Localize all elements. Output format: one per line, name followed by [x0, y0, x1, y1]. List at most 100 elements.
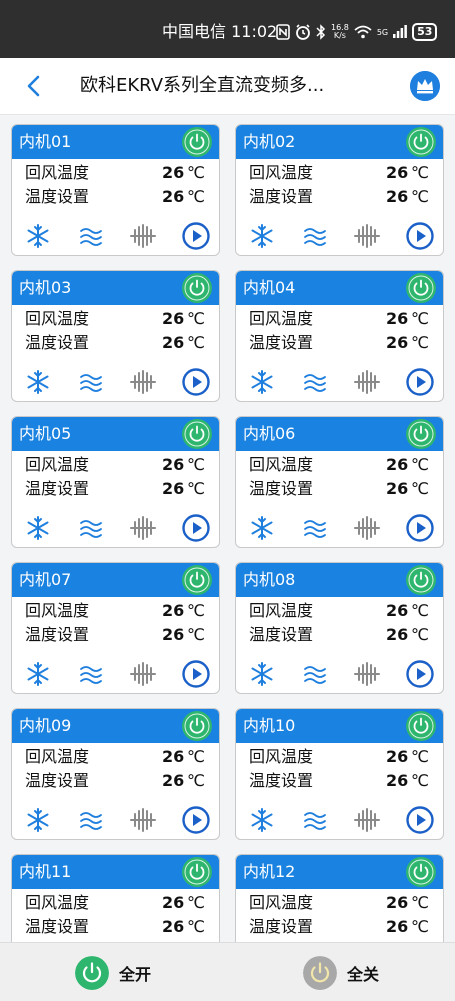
play-icon[interactable] [182, 514, 210, 544]
all-on-button[interactable]: 全开 [75, 955, 151, 991]
temp-unit: ℃ [411, 625, 429, 644]
fan-speed-icon[interactable] [129, 515, 157, 545]
unit-card[interactable]: 内机03 回风温度 26 ℃ 温度设置 26 ℃ [11, 270, 220, 402]
fan-speed-icon[interactable] [129, 223, 157, 253]
status-bar: 中国电信 11:02 16.8 K/s 5G 53 [0, 0, 455, 58]
play-icon[interactable] [182, 806, 210, 836]
return-air-value: 26 [162, 747, 185, 766]
play-icon[interactable] [406, 222, 434, 252]
wind-waves-icon[interactable] [303, 810, 327, 839]
set-temp-value: 26 [386, 333, 409, 352]
play-icon[interactable] [182, 222, 210, 252]
snowflake-icon[interactable] [25, 515, 51, 545]
wind-waves-icon[interactable] [303, 372, 327, 401]
unit-card[interactable]: 内机01 回风温度 26 ℃ 温度设置 26 ℃ [11, 124, 220, 256]
back-arrow-icon[interactable] [22, 74, 46, 98]
play-icon[interactable] [406, 514, 434, 544]
fan-speed-icon[interactable] [353, 661, 381, 691]
snowflake-icon[interactable] [249, 369, 275, 399]
unit-card[interactable]: 内机11 回风温度 26 ℃ 温度设置 26 ℃ [11, 854, 220, 942]
play-icon[interactable] [406, 368, 434, 398]
set-temp-row: 温度设置 26 ℃ [25, 332, 205, 354]
play-icon[interactable] [182, 660, 210, 690]
temp-unit: ℃ [187, 187, 205, 206]
power-icon[interactable] [182, 565, 212, 595]
set-temp-label: 温度设置 [249, 625, 314, 644]
power-icon[interactable] [406, 565, 436, 595]
wind-waves-icon[interactable] [303, 664, 327, 693]
fan-speed-icon[interactable] [353, 369, 381, 399]
all-off-button[interactable]: 全关 [303, 955, 379, 991]
play-icon[interactable] [182, 368, 210, 398]
set-temp-row: 温度设置 26 ℃ [25, 916, 205, 938]
temp-unit: ℃ [187, 771, 205, 790]
unit-name: 内机02 [243, 132, 296, 151]
fan-speed-icon[interactable] [353, 515, 381, 545]
power-icon[interactable] [406, 711, 436, 741]
power-icon[interactable] [182, 419, 212, 449]
unit-card[interactable]: 内机10 回风温度 26 ℃ 温度设置 26 ℃ [235, 708, 444, 840]
snowflake-icon[interactable] [249, 807, 275, 837]
snowflake-icon[interactable] [249, 661, 275, 691]
set-temp-label: 温度设置 [25, 187, 90, 206]
snowflake-icon[interactable] [249, 223, 275, 253]
snowflake-icon[interactable] [249, 515, 275, 545]
power-icon[interactable] [406, 419, 436, 449]
return-air-row: 回风温度 26 ℃ [249, 600, 429, 622]
unit-card[interactable]: 内机08 回风温度 26 ℃ 温度设置 26 ℃ [235, 562, 444, 694]
unit-card[interactable]: 内机06 回风温度 26 ℃ 温度设置 26 ℃ [235, 416, 444, 548]
unit-card[interactable]: 内机05 回风温度 26 ℃ 温度设置 26 ℃ [11, 416, 220, 548]
power-icon[interactable] [406, 127, 436, 157]
unit-card[interactable]: 内机09 回风温度 26 ℃ 温度设置 26 ℃ [11, 708, 220, 840]
power-icon[interactable] [182, 711, 212, 741]
wind-waves-icon[interactable] [79, 372, 103, 401]
fan-speed-icon[interactable] [129, 369, 157, 399]
all-on-label: 全开 [119, 965, 152, 984]
unit-name: 内机05 [19, 424, 72, 443]
set-temp-value: 26 [162, 625, 185, 644]
return-air-row: 回风温度 26 ℃ [249, 746, 429, 768]
wind-waves-icon[interactable] [303, 226, 327, 255]
page-title: 欧科EKRV系列全直流变频多... [80, 75, 325, 96]
temp-unit: ℃ [411, 333, 429, 352]
unit-card[interactable]: 内机02 回风温度 26 ℃ 温度设置 26 ℃ [235, 124, 444, 256]
power-icon[interactable] [182, 857, 212, 887]
snowflake-icon[interactable] [25, 807, 51, 837]
wind-waves-icon[interactable] [79, 518, 103, 547]
wind-waves-icon[interactable] [303, 518, 327, 547]
set-temp-label: 温度设置 [25, 917, 90, 936]
set-temp-value: 26 [162, 917, 185, 936]
power-icon[interactable] [182, 273, 212, 303]
play-icon[interactable] [406, 806, 434, 836]
unit-card[interactable]: 内机07 回风温度 26 ℃ 温度设置 26 ℃ [11, 562, 220, 694]
snowflake-icon[interactable] [25, 223, 51, 253]
nav-bar: 欧科EKRV系列全直流变频多... [0, 58, 455, 115]
unit-card[interactable]: 内机12 回风温度 26 ℃ 温度设置 26 ℃ [235, 854, 444, 942]
wind-waves-icon[interactable] [79, 226, 103, 255]
temp-unit: ℃ [187, 333, 205, 352]
net-speed-unit: K/s [333, 31, 346, 40]
set-temp-row: 温度设置 26 ℃ [25, 624, 205, 646]
unit-card[interactable]: 内机04 回风温度 26 ℃ 温度设置 26 ℃ [235, 270, 444, 402]
return-air-row: 回风温度 26 ℃ [249, 162, 429, 184]
net-speed: 16.8 K/s [331, 24, 349, 40]
set-temp-label: 温度设置 [25, 479, 90, 498]
fan-speed-icon[interactable] [129, 661, 157, 691]
return-air-value: 26 [386, 601, 409, 620]
unit-name: 内机06 [243, 424, 296, 443]
play-icon[interactable] [406, 660, 434, 690]
fan-speed-icon[interactable] [353, 223, 381, 253]
fan-speed-icon[interactable] [353, 807, 381, 837]
unit-card-header: 内机12 [236, 855, 443, 889]
power-icon[interactable] [182, 127, 212, 157]
power-icon[interactable] [406, 273, 436, 303]
snowflake-icon[interactable] [25, 369, 51, 399]
snowflake-icon[interactable] [25, 661, 51, 691]
wind-waves-icon[interactable] [79, 664, 103, 693]
unit-name: 内机12 [243, 862, 296, 881]
crown-icon[interactable] [410, 71, 440, 101]
power-icon[interactable] [406, 857, 436, 887]
fan-speed-icon[interactable] [129, 807, 157, 837]
return-air-row: 回风温度 26 ℃ [249, 892, 429, 914]
wind-waves-icon[interactable] [79, 810, 103, 839]
